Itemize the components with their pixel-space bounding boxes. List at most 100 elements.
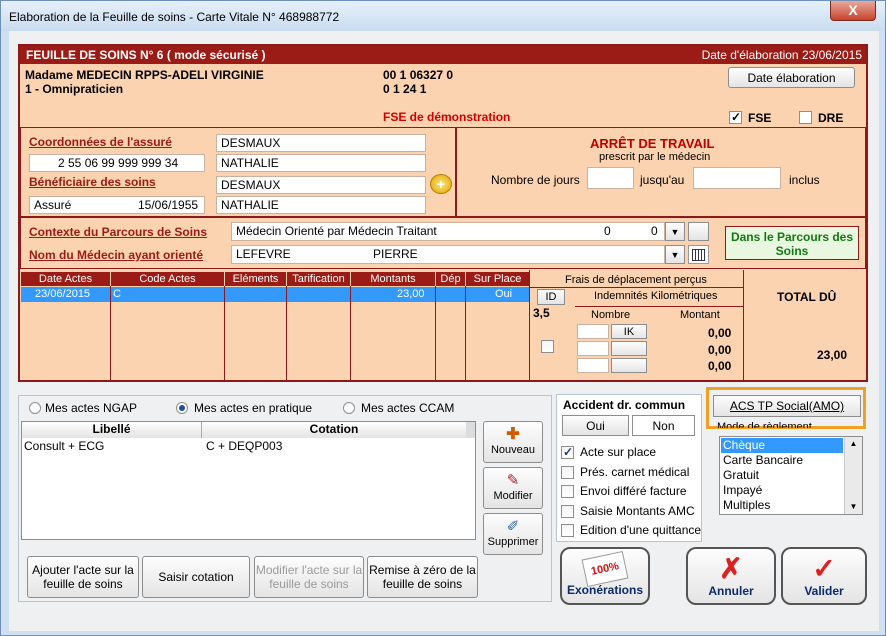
beneficiary-status: Assuré bbox=[34, 198, 72, 212]
sheet-date: Date d'élaboration 23/06/2015 bbox=[701, 48, 862, 62]
row-date: 23/06/2015 bbox=[35, 288, 91, 300]
table-row[interactable]: 23/06/2015 C 23,00 Oui bbox=[21, 287, 529, 302]
nombre-input-3[interactable] bbox=[577, 358, 609, 373]
option-checkbox-2[interactable] bbox=[561, 485, 574, 498]
date-elaboration-button[interactable]: Date élaboration bbox=[728, 67, 855, 88]
document-stamp-icon: 100% bbox=[581, 550, 629, 588]
travel-button-3[interactable] bbox=[611, 358, 647, 373]
work-stop-title: ARRÊT DE TRAVAIL bbox=[590, 136, 715, 151]
title-bar: Elaboration de la Feuille de soins - Car… bbox=[1, 1, 885, 31]
option-label-0: Acte sur place bbox=[580, 445, 657, 459]
dre-checkbox[interactable] bbox=[799, 111, 812, 124]
list-header-cotation[interactable]: Cotation bbox=[202, 422, 466, 438]
window-title: Elaboration de la Feuille de soins - Car… bbox=[9, 10, 340, 24]
days-input[interactable] bbox=[587, 167, 634, 189]
calendar-icon[interactable] bbox=[688, 245, 709, 264]
col-sur-place: Sur Place bbox=[466, 272, 529, 286]
sheet-title: FEUILLE DE SOINS N° 6 ( mode sécurisé ) bbox=[26, 48, 266, 62]
nombre-label: Nombre bbox=[591, 309, 631, 321]
beneficiary-status-row[interactable]: Assuré 15/06/1955 bbox=[29, 196, 205, 214]
cancel-x-icon: ✗ bbox=[719, 553, 743, 584]
id-button[interactable]: ID bbox=[537, 289, 565, 305]
payment-item[interactable]: Chèque bbox=[721, 438, 843, 453]
add-beneficiary-icon[interactable]: + bbox=[430, 174, 452, 194]
referring-dropdown[interactable]: ▼ bbox=[665, 245, 685, 264]
validate-button[interactable]: ✓ Valider bbox=[781, 547, 867, 605]
payment-label: Mode de règlement bbox=[717, 421, 812, 428]
check-icon: ✓ bbox=[812, 553, 836, 584]
chevron-down-icon: ▼ bbox=[670, 226, 680, 237]
new-act-button[interactable]: ✚ Nouveau bbox=[483, 421, 543, 463]
ik-button[interactable]: IK bbox=[611, 324, 647, 339]
beneficiary-label: Bénéficiaire des soins bbox=[29, 175, 156, 189]
parcours-select[interactable]: Médecin Orienté par Médecin Traitant 0 0 bbox=[231, 222, 665, 241]
cancel-button[interactable]: ✗ Annuler bbox=[686, 547, 776, 605]
add-act-to-sheet-button[interactable]: Ajouter l'acte sur la feuille de soins bbox=[27, 556, 139, 598]
modify-act-button[interactable]: Modifier l'acte sur la feuille de soins bbox=[254, 556, 364, 598]
reset-sheet-button[interactable]: Remise à zéro de la feuille de soins bbox=[367, 556, 478, 598]
acs-button[interactable]: ACS TP Social(AMO) bbox=[713, 395, 861, 417]
payment-item[interactable]: Gratuit bbox=[721, 468, 843, 483]
row-sur-place: Oui bbox=[495, 288, 513, 300]
delete-act-button[interactable]: ✐ Supprimer bbox=[483, 513, 543, 555]
doctor-code-1: 00 1 06327 0 bbox=[383, 68, 454, 82]
list-item-libelle[interactable]: Consult + ECG bbox=[24, 439, 104, 453]
insured-number[interactable]: 2 55 06 99 999 999 34 bbox=[29, 154, 205, 172]
insured-last-name[interactable]: DESMAUX bbox=[216, 134, 426, 152]
insured-label: Coordonnées de l'assuré bbox=[29, 135, 172, 149]
montant-label: Montant bbox=[680, 309, 720, 321]
sheet-header: FEUILLE DE SOINS N° 6 ( mode sécurisé ) … bbox=[20, 46, 866, 64]
edit-act-button[interactable]: ✎ Modifier bbox=[483, 467, 543, 509]
option-checkbox-3[interactable] bbox=[561, 504, 574, 518]
travel-value: 3,5 bbox=[533, 306, 550, 320]
parcours-label: Contexte du Parcours de Soins bbox=[29, 225, 208, 239]
option-checkbox-0[interactable]: ✓ bbox=[561, 445, 574, 459]
scroll-down-icon[interactable]: ▼ bbox=[845, 500, 862, 514]
radio-pratique[interactable] bbox=[176, 402, 188, 414]
included-label: inclus bbox=[789, 173, 820, 187]
list-item-cotation[interactable]: C + DEQP003 bbox=[206, 439, 282, 453]
travel-amount-1: 0,00 bbox=[708, 326, 732, 340]
enter-cotation-button[interactable]: Saisir cotation bbox=[142, 556, 250, 598]
option-checkbox-1[interactable] bbox=[561, 465, 574, 479]
scroll-up-icon[interactable]: ▲ bbox=[845, 437, 862, 451]
payment-item[interactable]: Impayé bbox=[721, 483, 843, 498]
parcours-dropdown[interactable]: ▼ bbox=[665, 222, 685, 241]
option-checkbox-4[interactable] bbox=[561, 524, 574, 537]
travel-checkbox[interactable] bbox=[541, 340, 554, 353]
work-stop-subtitle: prescrit par le médecin bbox=[599, 151, 711, 163]
radio-ccam[interactable] bbox=[343, 402, 355, 414]
payment-item[interactable]: Carte Bancaire bbox=[721, 453, 843, 468]
travel-amount-3: 0,00 bbox=[708, 359, 732, 373]
travel-button-2[interactable] bbox=[611, 341, 647, 356]
beneficiary-first-name[interactable]: NATHALIE bbox=[216, 196, 426, 214]
col-date: Date Actes bbox=[21, 272, 110, 286]
referring-select[interactable]: LEFEVRE PIERRE bbox=[231, 245, 665, 264]
nombre-input-1[interactable] bbox=[577, 324, 609, 339]
referring-first-name: PIERRE bbox=[373, 247, 418, 261]
list-header-libelle[interactable]: Libellé bbox=[22, 422, 202, 438]
insured-first-name[interactable]: NATHALIE bbox=[216, 154, 426, 172]
fse-checkbox[interactable]: ✓ bbox=[729, 110, 742, 124]
payment-scrollbar[interactable]: ▲ ▼ bbox=[844, 437, 862, 514]
until-label: jusqu'au bbox=[640, 173, 685, 187]
option-label-4: Edition d'une quittance bbox=[580, 523, 702, 537]
parcours-extra-button[interactable] bbox=[688, 222, 709, 241]
travel-amount-2: 0,00 bbox=[708, 343, 732, 357]
col-tarification: Tarification bbox=[287, 272, 350, 286]
doctor-name: Madame MEDECIN RPPS-ADELI VIRGINIE bbox=[25, 68, 264, 82]
row-amount: 23,00 bbox=[397, 288, 425, 300]
until-date-input[interactable] bbox=[693, 167, 781, 189]
payment-item[interactable]: Multiples bbox=[721, 498, 843, 513]
exemptions-button[interactable]: 100% Exonérations bbox=[560, 547, 650, 605]
close-button[interactable]: X bbox=[830, 1, 876, 21]
nombre-input-2[interactable] bbox=[577, 341, 609, 356]
accident-no-button[interactable]: Non bbox=[632, 415, 695, 436]
pratique-label: Mes actes en pratique bbox=[194, 401, 313, 415]
beneficiary-last-name[interactable]: DESMAUX bbox=[216, 176, 426, 194]
fse-label: FSE bbox=[748, 111, 772, 125]
accident-yes-button[interactable]: Oui bbox=[562, 415, 629, 436]
col-dep: Dép bbox=[436, 272, 465, 286]
radio-ngap[interactable] bbox=[29, 402, 41, 414]
eraser-icon: ✐ bbox=[506, 518, 520, 535]
